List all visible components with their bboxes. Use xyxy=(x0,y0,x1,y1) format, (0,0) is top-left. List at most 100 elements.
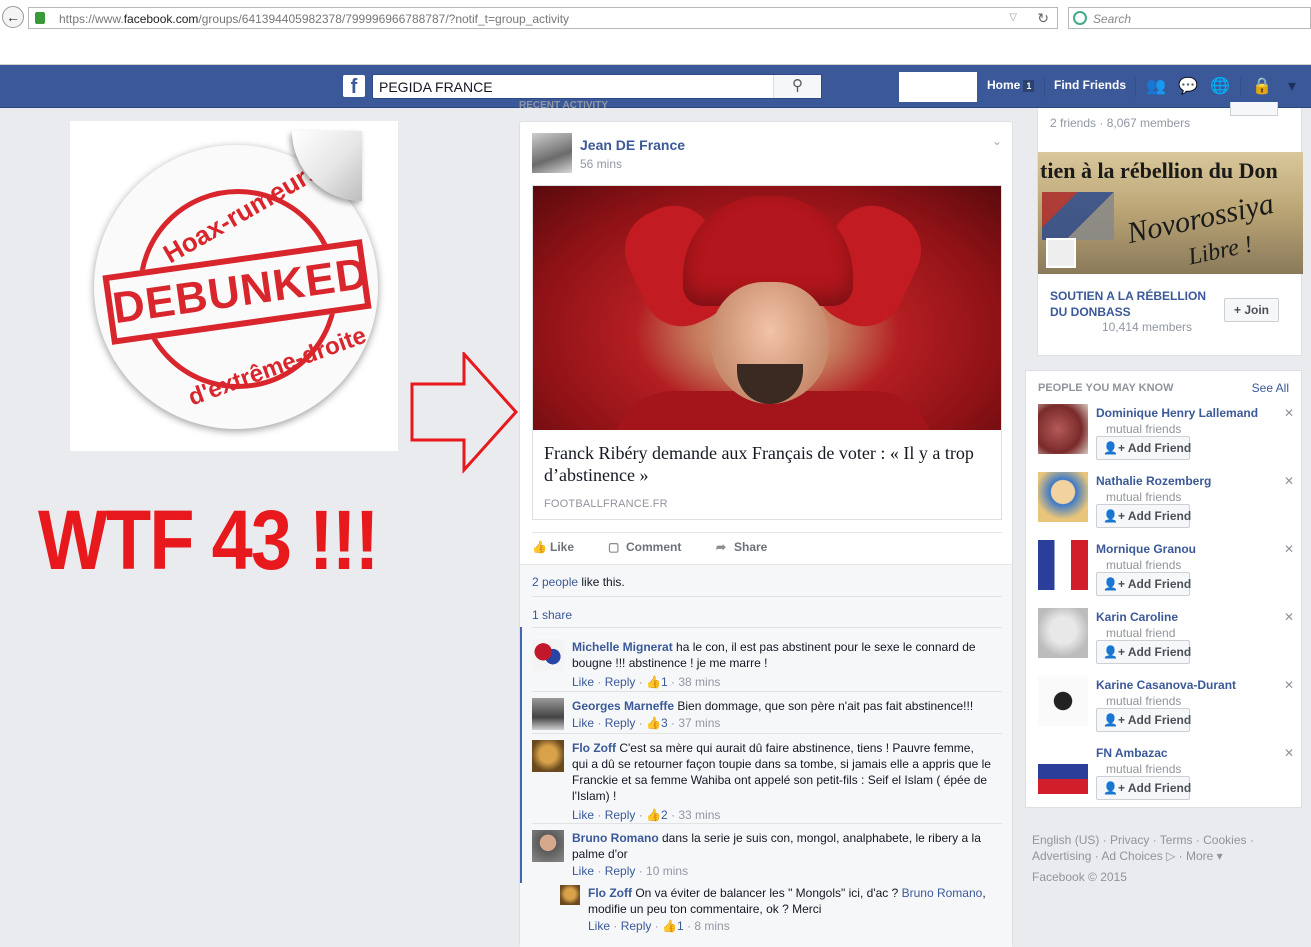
reply-like-link[interactable]: Like xyxy=(588,919,610,933)
add-friend-button[interactable]: 👤+ Add Friend xyxy=(1096,436,1191,460)
post-author[interactable]: Jean DE France xyxy=(580,137,685,153)
facebook-search-box[interactable]: ⚲ xyxy=(372,74,822,99)
back-arrow-icon[interactable]: ← xyxy=(2,6,24,28)
pymk-mutual[interactable]: mutual friends xyxy=(1106,558,1181,572)
facebook-logo-icon[interactable]: f xyxy=(343,75,365,98)
nav-home[interactable]: Home 1 xyxy=(987,78,1035,92)
replier-name[interactable]: Flo Zoff xyxy=(588,886,632,900)
comment-like-count[interactable]: 👍3 xyxy=(646,716,668,730)
dismiss-x-icon[interactable]: ✕ xyxy=(1284,610,1294,624)
dismiss-x-icon[interactable]: ✕ xyxy=(1284,678,1294,692)
messages-icon[interactable]: 💬 xyxy=(1178,76,1198,96)
pymk-name[interactable]: Karine Casanova-Durant xyxy=(1096,678,1236,692)
reply-time[interactable]: 8 mins xyxy=(694,919,729,933)
add-friend-button[interactable]: 👤+ Add Friend xyxy=(1096,640,1191,664)
reply-like-count[interactable]: 👍1 xyxy=(662,919,684,933)
link-preview-image[interactable] xyxy=(533,186,1001,430)
pymk-avatar[interactable] xyxy=(1038,744,1088,794)
post-options-chevron-icon[interactable]: ⌄ xyxy=(992,134,1002,148)
footer-links-line1[interactable]: English (US) · Privacy · Terms · Cookies… xyxy=(1032,832,1302,848)
dismiss-x-icon[interactable]: ✕ xyxy=(1284,746,1294,760)
commenter-name[interactable]: Georges Marneffe xyxy=(572,699,674,713)
join-button-partial[interactable] xyxy=(1230,102,1278,116)
group-cover-image[interactable]: tien à la rébellion du Don Novorossiya L… xyxy=(1038,152,1303,274)
pymk-avatar[interactable] xyxy=(1038,472,1088,522)
profile-name-redacted[interactable] xyxy=(899,72,977,102)
link-headline[interactable]: Franck Ribéry demande aux Français de vo… xyxy=(544,442,992,486)
pymk-name[interactable]: Nathalie Rozemberg xyxy=(1096,474,1211,488)
commenter-avatar[interactable] xyxy=(532,639,564,671)
dismiss-x-icon[interactable]: ✕ xyxy=(1284,542,1294,556)
privacy-shortcuts-icon[interactable]: 🔒 xyxy=(1252,76,1272,96)
commenter-avatar[interactable] xyxy=(532,740,564,772)
comment-like-count[interactable]: 👍1 xyxy=(646,675,668,689)
commenter-name[interactable]: Michelle Mignerat xyxy=(572,640,673,654)
comment-like-link[interactable]: Like xyxy=(572,675,594,689)
replier-avatar[interactable] xyxy=(560,885,580,905)
like-button[interactable]: 👍 Like xyxy=(532,540,574,554)
comment-button[interactable]: ▢ Comment xyxy=(608,540,681,554)
comment-time[interactable]: 37 mins xyxy=(678,716,720,730)
reply-reply-link[interactable]: Reply xyxy=(621,919,652,933)
comment-time[interactable]: 38 mins xyxy=(678,675,720,689)
search-icon[interactable]: ⚲ xyxy=(773,75,821,98)
pymk-mutual[interactable]: mutual friends xyxy=(1106,762,1181,776)
reload-icon[interactable]: ↻ xyxy=(1037,10,1049,27)
group-members: 10,414 members xyxy=(1102,320,1193,334)
add-friend-button[interactable]: 👤+ Add Friend xyxy=(1096,572,1191,596)
pymk-name[interactable]: Dominique Henry Lallemand xyxy=(1096,406,1258,420)
pymk-avatar[interactable] xyxy=(1038,540,1088,590)
url-text[interactable]: https://www.facebook.com/groups/64139440… xyxy=(59,12,569,26)
group-name-link[interactable]: SOUTIEN A LA RÉBELLION DU DONBASS xyxy=(1050,288,1220,320)
account-menu-chevron-icon[interactable]: ▾ xyxy=(1282,76,1302,96)
comment-like-link[interactable]: Like xyxy=(572,716,594,730)
shares-link[interactable]: 1 share xyxy=(532,608,572,622)
url-dropdown-icon[interactable]: ▽ xyxy=(1009,12,1017,23)
comment-time[interactable]: 33 mins xyxy=(678,808,720,822)
friend-requests-icon[interactable]: 👥 xyxy=(1146,76,1166,96)
post-time[interactable]: 56 mins xyxy=(580,157,622,171)
pymk-avatar[interactable] xyxy=(1038,404,1088,454)
commenter-avatar[interactable] xyxy=(532,698,564,730)
pymk-name[interactable]: Mornique Granou xyxy=(1096,542,1196,556)
commenter-name[interactable]: Flo Zoff xyxy=(572,741,616,755)
reply-mention-link[interactable]: Bruno Romano xyxy=(902,886,983,900)
pymk-mutual[interactable]: mutual friend xyxy=(1106,626,1175,640)
pymk-mutual[interactable]: mutual friends xyxy=(1106,694,1181,708)
pymk-avatar[interactable] xyxy=(1038,608,1088,658)
comment-like-link[interactable]: Like xyxy=(572,808,594,822)
comment-reply-link[interactable]: Reply xyxy=(605,808,636,822)
add-friend-button[interactable]: 👤+ Add Friend xyxy=(1096,708,1191,732)
add-friend-button[interactable]: 👤+ Add Friend xyxy=(1096,504,1191,528)
group-thumb[interactable] xyxy=(1046,238,1076,268)
comment-reply-link[interactable]: Reply xyxy=(605,675,636,689)
author-avatar[interactable] xyxy=(532,133,572,173)
add-friend-button[interactable]: 👤+ Add Friend xyxy=(1096,776,1191,800)
facebook-search-input[interactable] xyxy=(379,79,779,95)
join-group-button[interactable]: + Join xyxy=(1224,298,1279,322)
comment-like-link[interactable]: Like xyxy=(572,864,594,878)
see-all-link[interactable]: See All xyxy=(1252,381,1289,395)
pymk-name[interactable]: Karin Caroline xyxy=(1096,610,1178,624)
nav-find-friends[interactable]: Find Friends xyxy=(1054,78,1126,92)
commenter-name[interactable]: Bruno Romano xyxy=(572,831,659,845)
browser-search-box[interactable]: Search xyxy=(1068,7,1311,29)
pymk-mutual[interactable]: mutual friends xyxy=(1106,422,1181,436)
dismiss-x-icon[interactable]: ✕ xyxy=(1284,406,1294,420)
comment-time[interactable]: 10 mins xyxy=(646,864,688,878)
dismiss-x-icon[interactable]: ✕ xyxy=(1284,474,1294,488)
add-friend-icon: 👤+ xyxy=(1103,781,1125,795)
commenter-avatar[interactable] xyxy=(532,830,564,862)
share-button[interactable]: ➦ Share xyxy=(716,540,767,554)
comment-like-count[interactable]: 👍2 xyxy=(646,808,668,822)
pymk-avatar[interactable] xyxy=(1038,676,1088,726)
likes-people-link[interactable]: 2 people xyxy=(532,575,578,589)
address-bar[interactable]: https://www.facebook.com/groups/64139440… xyxy=(28,7,1058,29)
pymk-name[interactable]: FN Ambazac xyxy=(1096,746,1168,760)
link-preview-card[interactable]: Franck Ribéry demande aux Français de vo… xyxy=(532,185,1002,520)
footer-links-line2[interactable]: Advertising · Ad Choices ▷ · More ▾ xyxy=(1032,848,1302,864)
pymk-mutual[interactable]: mutual friends xyxy=(1106,490,1181,504)
comment-reply-link[interactable]: Reply xyxy=(605,864,636,878)
notifications-globe-icon[interactable]: 🌐 xyxy=(1210,76,1230,96)
comment-reply-link[interactable]: Reply xyxy=(605,716,636,730)
